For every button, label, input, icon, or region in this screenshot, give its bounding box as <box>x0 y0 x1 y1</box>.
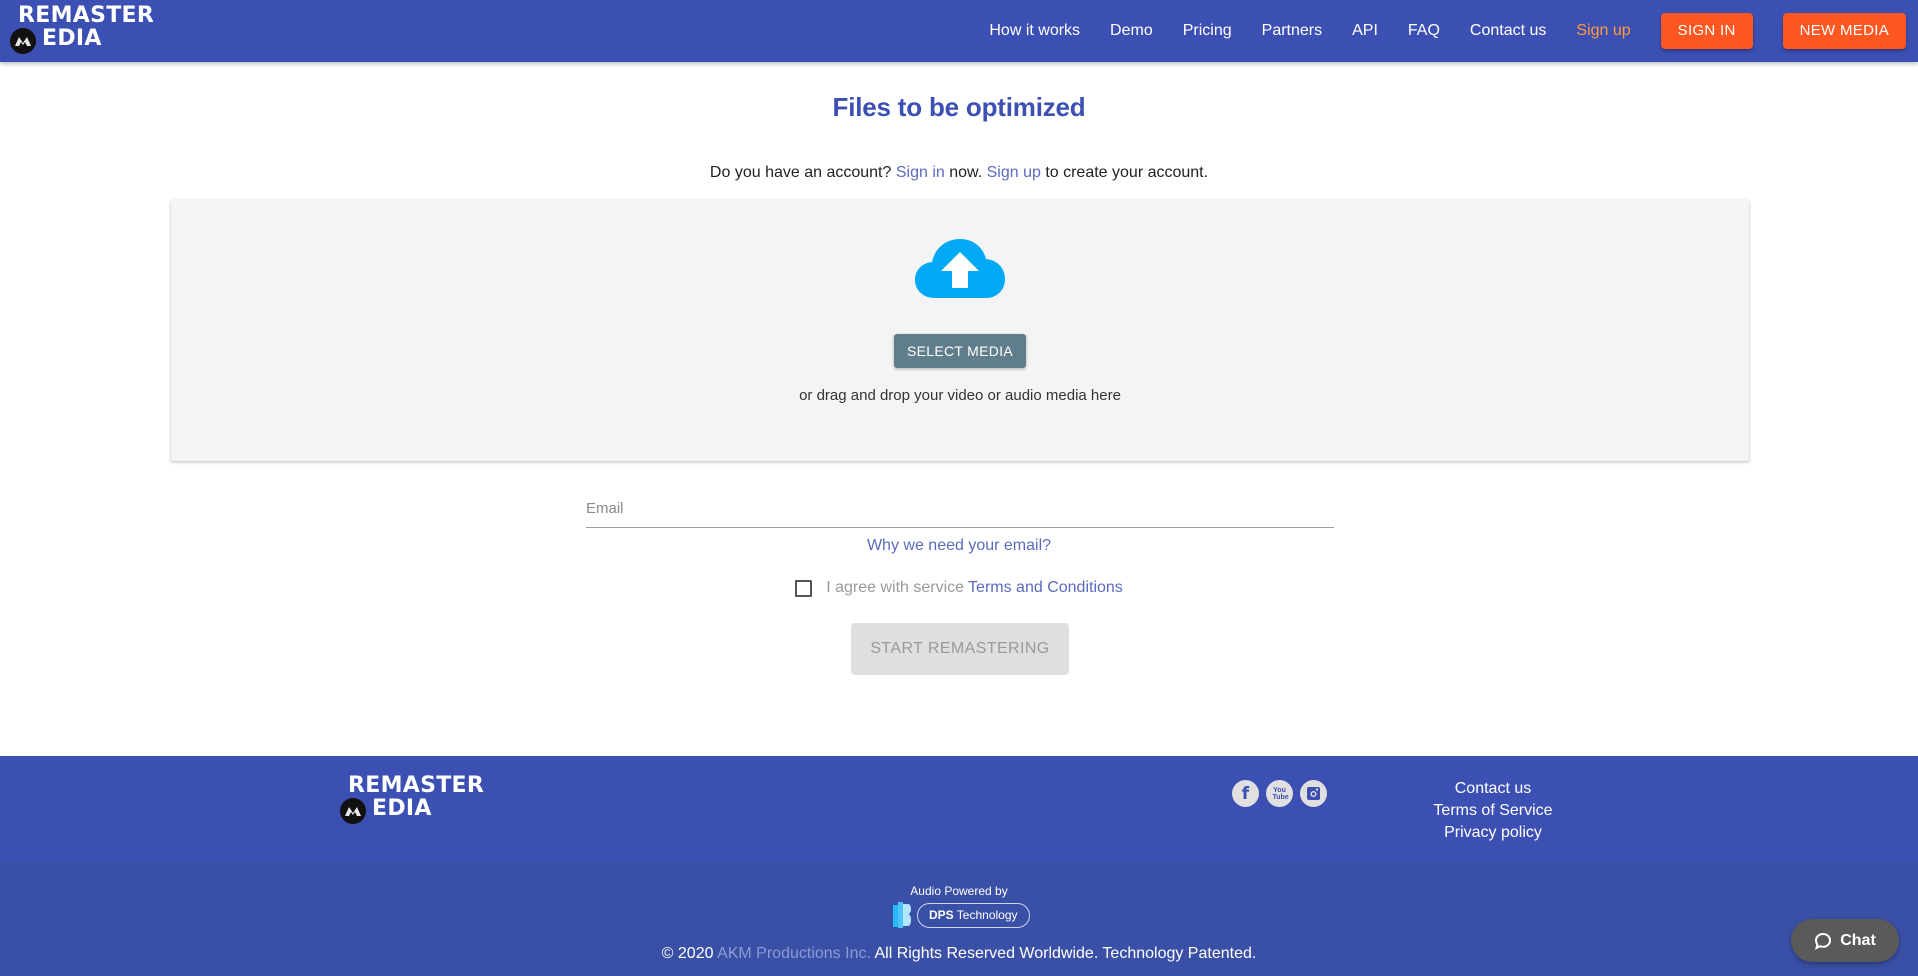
footer-links: Contact us Terms of Service Privacy poli… <box>1393 778 1593 844</box>
akm-productions-link[interactable]: AKM Productions Inc. <box>717 945 871 962</box>
account-prefix: Do you have an account? <box>709 164 892 181</box>
copyright: © 2020 AKM Productions Inc. All Rights R… <box>0 945 1918 963</box>
footer-logo-line1: REMASTER <box>348 773 485 798</box>
footer-contact-link[interactable]: Contact us <box>1393 778 1593 800</box>
audio-powered-by: Audio Powered by <box>910 884 1008 898</box>
nav-faq[interactable]: FAQ <box>1408 22 1440 40</box>
new-media-button[interactable]: NEW MEDIA <box>1782 13 1906 49</box>
footer-top: REMASTER EDIA f You Tube Contact us Term… <box>0 756 1918 862</box>
nav-how-it-works[interactable]: How it works <box>989 22 1080 40</box>
nav-contact-us[interactable]: Contact us <box>1470 22 1546 40</box>
nav-partners[interactable]: Partners <box>1262 22 1322 40</box>
logo-line2: EDIA <box>42 26 102 51</box>
footer-logo[interactable]: REMASTER EDIA <box>340 774 484 826</box>
sign-in-button[interactable]: SIGN IN <box>1660 13 1753 49</box>
chat-button[interactable]: Chat <box>1791 919 1899 962</box>
sign-up-link[interactable]: Sign up <box>987 164 1041 181</box>
chat-label: Chat <box>1840 931 1876 949</box>
cloud-upload-icon <box>915 239 1005 298</box>
logo-m-icon <box>10 28 36 54</box>
drag-drop-hint: or drag and drop your video or audio med… <box>799 387 1121 404</box>
footer-terms-link[interactable]: Terms of Service <box>1393 800 1593 822</box>
dps-logo-icon <box>893 902 911 928</box>
nav-api[interactable]: API <box>1352 22 1378 40</box>
dps-technology-logo[interactable]: DPS Technology <box>893 902 1030 928</box>
dps-bold: DPS <box>929 907 954 922</box>
youtube-glyph: You Tube <box>1272 786 1289 801</box>
agree-text: I agree with service <box>826 579 965 596</box>
footer-logo-mark: REMASTER EDIA <box>340 774 484 826</box>
dps-technology-label: DPS Technology <box>917 902 1030 928</box>
account-suffix: to create your account. <box>1045 164 1209 181</box>
main-nav: How it works Demo Pricing Partners API F… <box>989 0 1918 62</box>
dps-rest: Technology <box>953 907 1018 922</box>
footer-logo-line2: EDIA <box>372 796 432 821</box>
terms-checkbox[interactable] <box>795 579 813 597</box>
email-input[interactable] <box>586 490 1334 526</box>
logo-line1: REMASTER <box>18 3 155 28</box>
nav-pricing[interactable]: Pricing <box>1183 22 1232 40</box>
page-title: Files to be optimized <box>832 92 1086 122</box>
media-dropzone[interactable]: SELECT MEDIA or drag and drop your video… <box>171 200 1749 461</box>
footer-privacy-link[interactable]: Privacy policy <box>1393 822 1593 844</box>
footer-logo-m-icon <box>340 798 366 824</box>
top-navbar: REMASTER EDIA How it works Demo Pricing … <box>0 0 1918 62</box>
facebook-glyph: f <box>1241 783 1250 804</box>
facebook-icon[interactable]: f <box>1232 780 1259 807</box>
sign-in-link[interactable]: Sign in <box>896 164 945 181</box>
youtube-icon[interactable]: You Tube <box>1266 780 1293 807</box>
instagram-glyph <box>1307 787 1320 800</box>
why-email-link[interactable]: Why we need your email? <box>0 537 1918 555</box>
start-remastering-button[interactable]: START REMASTERING <box>851 623 1069 675</box>
email-field-wrapper <box>586 490 1334 528</box>
chat-bubble-icon <box>1815 932 1832 950</box>
copyright-suffix: All Rights Reserved Worldwide. Technolog… <box>874 945 1257 962</box>
nav-sign-up[interactable]: Sign up <box>1576 22 1630 40</box>
terms-conditions-link[interactable]: Terms and Conditions <box>968 579 1123 597</box>
nav-demo[interactable]: Demo <box>1110 22 1153 40</box>
account-middle: now. <box>949 164 983 181</box>
copyright-prefix: © 2020 <box>661 945 714 962</box>
instagram-icon[interactable] <box>1300 780 1327 807</box>
account-prompt: Do you have an account? Sign in now. Sig… <box>0 164 1918 182</box>
select-media-button[interactable]: SELECT MEDIA <box>894 334 1026 368</box>
footer-bottom: Audio Powered by DPS Technology © 2020 A… <box>0 862 1918 976</box>
logo[interactable]: REMASTER EDIA <box>10 4 154 56</box>
terms-agreement: I agree with service Terms and Condition… <box>0 579 1918 597</box>
